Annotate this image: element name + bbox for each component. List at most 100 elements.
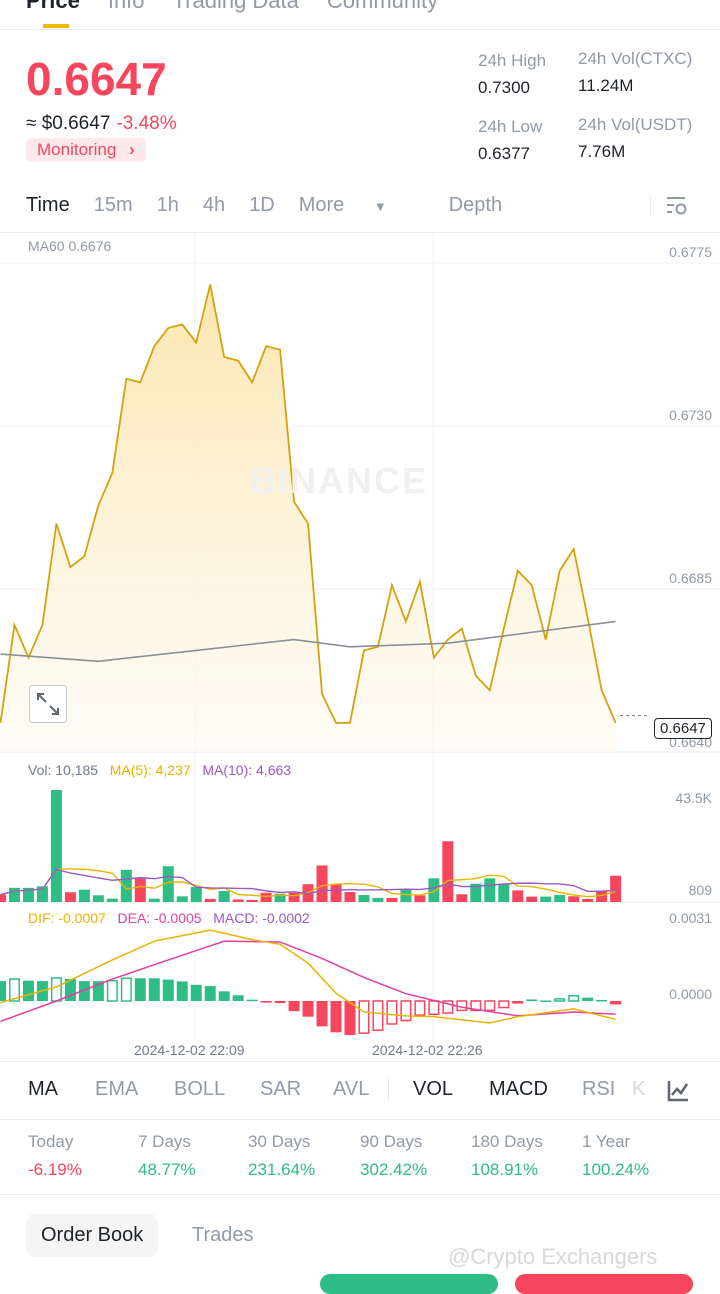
performance-value: 108.91% — [471, 1160, 539, 1179]
buy-button[interactable] — [320, 1274, 498, 1294]
volume-bar — [540, 896, 552, 902]
chevron-right-icon: › — [129, 140, 135, 159]
tab-trades[interactable]: Trades — [192, 1224, 254, 1247]
sell-button[interactable] — [515, 1274, 693, 1294]
tf-more[interactable]: More ▼ — [299, 194, 411, 217]
macd-bar — [134, 978, 146, 1001]
volume-bar — [442, 841, 454, 902]
ind-ma[interactable]: MA — [28, 1078, 95, 1101]
ma60-legend: MA60 0.6676 — [28, 238, 112, 254]
dif-value: DIF: -0.0007 — [28, 910, 106, 926]
volume-bar — [78, 889, 90, 902]
volume-bar — [330, 884, 342, 902]
more-label: More — [298, 194, 345, 216]
x-tick: 2024-12-02 22:26 — [372, 1042, 483, 1058]
caret-down-icon: ▼ — [373, 199, 387, 214]
indicator-settings-icon[interactable] — [667, 1080, 689, 1102]
volume-bar — [8, 887, 20, 902]
macd-bar — [302, 1001, 314, 1017]
macd-bar — [274, 1001, 286, 1004]
macd-bar — [428, 1000, 440, 1016]
macd-bar — [512, 1001, 524, 1004]
tf-1h[interactable]: 1h — [157, 194, 179, 217]
ind-avl[interactable]: AVL — [333, 1078, 389, 1101]
volume-bar — [358, 895, 370, 902]
divider — [0, 1194, 720, 1195]
volume-bar — [218, 890, 230, 902]
macd-bar — [596, 999, 608, 1002]
tf-depth[interactable]: Depth — [449, 194, 502, 217]
stat-label: 24h High — [478, 51, 547, 70]
divider — [0, 29, 720, 30]
macd-bar — [386, 1000, 398, 1025]
volume-bar — [246, 899, 258, 902]
ind-ema[interactable]: EMA — [95, 1078, 174, 1101]
divider — [650, 194, 651, 216]
macd-bar — [414, 1000, 426, 1016]
performance-label: 7 Days — [138, 1132, 191, 1151]
monitoring-button[interactable]: Monitoring › — [26, 138, 146, 162]
macd-bar — [50, 977, 62, 1002]
macd-bar — [540, 1000, 552, 1002]
macd-bar — [372, 1000, 384, 1032]
performance-1: 7 Days 48.77% — [138, 1132, 196, 1180]
tf-1d[interactable]: 1D — [249, 194, 275, 217]
y-tick: 0.0000 — [669, 986, 712, 1002]
ind-sar[interactable]: SAR — [260, 1078, 333, 1101]
price-chart[interactable] — [0, 232, 720, 1062]
macd-legend: DIF: -0.0007 DEA: -0.0005 MACD: -0.0002 — [28, 910, 310, 926]
timeframe-bar: Time 15m 1h 4h 1D More ▼ Depth — [26, 194, 526, 217]
tab-trading-data[interactable]: Trading Data — [173, 0, 299, 14]
volume-bar — [148, 898, 160, 902]
macd-bar — [190, 984, 202, 1001]
credit-watermark: @Crypto Exchangers — [448, 1244, 658, 1269]
macd-bar — [162, 979, 174, 1001]
volume-bar — [120, 869, 132, 902]
volume-bar — [176, 896, 188, 902]
stat-label: 24h Vol(CTXC) — [578, 49, 693, 68]
y-tick: 43.5K — [675, 790, 712, 806]
vol-ma10: MA(10): 4,663 — [202, 762, 292, 778]
volume-bar — [0, 894, 6, 902]
volume-bar — [92, 895, 104, 902]
macd-bar — [204, 986, 216, 1001]
macd-bar — [498, 1000, 510, 1009]
ind-k[interactable]: K — [632, 1078, 645, 1101]
y-tick: 0.6685 — [669, 570, 712, 586]
macd-bar — [344, 1001, 356, 1035]
tab-community[interactable]: Community — [327, 0, 438, 14]
performance-value: 48.77% — [138, 1160, 196, 1179]
ind-vol[interactable]: VOL — [413, 1078, 489, 1101]
tab-order-book[interactable]: Order Book — [26, 1214, 159, 1257]
ind-boll[interactable]: BOLL — [174, 1078, 260, 1101]
chart-settings-icon[interactable] — [665, 195, 689, 217]
ind-macd[interactable]: MACD — [489, 1078, 582, 1101]
macd-bar — [106, 979, 118, 1002]
volume-bar — [134, 878, 146, 902]
volume-bar — [344, 891, 356, 902]
macd-bar — [554, 998, 566, 1002]
volume-bar — [260, 892, 272, 902]
tab-info[interactable]: Info — [108, 0, 145, 14]
macd-bar — [246, 999, 258, 1002]
tf-time[interactable]: Time — [26, 194, 70, 217]
macd-bar — [568, 995, 580, 1002]
stat-value: 0.7300 — [478, 78, 530, 97]
volume-bar — [232, 899, 244, 902]
ind-rsi[interactable]: RSI — [582, 1078, 632, 1101]
volume-bar — [414, 895, 426, 902]
performance-5: 1 Year 100.24% — [582, 1132, 649, 1180]
volume-bar — [316, 865, 328, 902]
macd-bar — [484, 1000, 496, 1012]
tf-4h[interactable]: 4h — [203, 194, 225, 217]
volume-bar — [372, 897, 384, 902]
performance-label: 30 Days — [248, 1132, 311, 1151]
tab-price[interactable]: Price — [26, 0, 80, 14]
binance-watermark: BINANCE — [250, 460, 429, 501]
expand-icon[interactable] — [29, 685, 67, 723]
stat-value: 0.6377 — [478, 144, 530, 163]
performance-4: 180 Days 108.91% — [471, 1132, 543, 1180]
tf-15m[interactable]: 15m — [94, 194, 133, 217]
performance-value: -6.19% — [28, 1160, 82, 1179]
stat-label: 24h Low — [478, 117, 543, 136]
